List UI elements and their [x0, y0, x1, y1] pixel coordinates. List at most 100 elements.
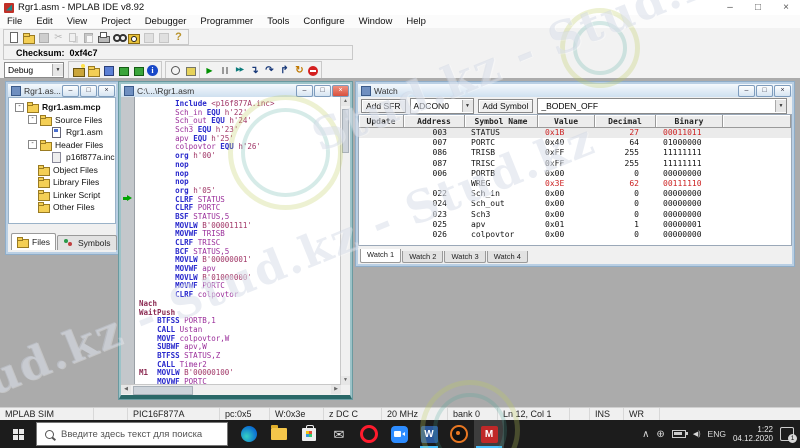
menu-configure[interactable]: Configure [296, 15, 351, 28]
project-close-button[interactable]: × [98, 85, 115, 97]
cell-update[interactable] [359, 210, 403, 220]
cell-update[interactable] [359, 179, 403, 189]
taskbar-app-mplab[interactable]: M [474, 420, 504, 448]
find-in-files-icon[interactable] [127, 31, 140, 44]
add-symbol-button[interactable]: Add Symbol [478, 99, 534, 113]
cell-update[interactable] [359, 148, 403, 158]
horizontal-scrollbar[interactable]: ◀ ▶ [121, 384, 341, 395]
save-workspace-icon[interactable] [102, 64, 115, 77]
tree-expander-icon[interactable]: - [28, 115, 37, 124]
open-project-icon[interactable] [87, 64, 100, 77]
animate-icon[interactable]: ▶▶ [233, 64, 246, 77]
open-file-icon[interactable] [22, 31, 35, 44]
taskbar-app-opera[interactable] [354, 420, 384, 448]
project-window-titlebar[interactable]: Rgr1.as... – □ × [8, 84, 116, 98]
watch-row-colpovtor[interactable]: 026colpovtor0x00000000000 [359, 230, 791, 240]
tab-files[interactable]: Files [11, 233, 56, 250]
halt-icon[interactable] [308, 66, 318, 76]
find-icon[interactable] [112, 31, 125, 44]
watch-row-wreg[interactable]: WREG0x3E6200111110 [359, 179, 791, 189]
menu-tools[interactable]: Tools [260, 15, 296, 28]
tree-expander-icon[interactable]: - [15, 103, 24, 112]
menu-view[interactable]: View [60, 15, 94, 28]
watch-row-sch-out[interactable]: 024Sch_out0x00000000000 [359, 199, 791, 209]
menu-programmer[interactable]: Programmer [193, 15, 260, 28]
scroll-right-icon[interactable]: ▶ [331, 385, 341, 394]
taskbar-app-screen-recorder[interactable] [444, 420, 474, 448]
step-over-icon[interactable]: ↷ [263, 64, 276, 77]
cell-update[interactable] [359, 189, 403, 199]
watch-minimize-button[interactable]: – [738, 85, 755, 97]
print-icon[interactable] [97, 31, 110, 44]
menu-file[interactable]: File [0, 15, 29, 28]
menu-debugger[interactable]: Debugger [138, 15, 194, 28]
watch-close-button[interactable]: × [774, 85, 791, 97]
editor-minimize-button[interactable]: – [296, 85, 313, 97]
tray-chevron-icon[interactable]: ∧ [642, 429, 649, 440]
cell-update[interactable] [359, 159, 403, 169]
symbol-select[interactable]: _BODEN_OFF ▼ [537, 98, 787, 114]
stimulus-icon[interactable] [184, 64, 197, 77]
taskbar-app-mail[interactable]: ✉ [324, 420, 354, 448]
menu-edit[interactable]: Edit [29, 15, 59, 28]
watch-row-sch-in[interactable]: 022Sch_in0x00000000000 [359, 189, 791, 199]
tab-watch-1[interactable]: Watch 1 [360, 249, 401, 263]
taskbar-app-file-explorer[interactable] [264, 420, 294, 448]
notification-center-icon[interactable]: 1 [780, 427, 794, 441]
tab-watch-4[interactable]: Watch 4 [487, 251, 528, 263]
tab-watch-3[interactable]: Watch 3 [444, 251, 485, 263]
tree-item-header-files[interactable]: -Header Files [9, 139, 115, 152]
tree-item-p16f877a-inc[interactable]: p16f877a.inc [9, 151, 115, 164]
tab-symbols[interactable]: Symbols [57, 235, 117, 250]
menu-window[interactable]: Window [352, 15, 400, 28]
watch-row-sch3[interactable]: 023Sch30x00000000000 [359, 210, 791, 220]
vertical-scrollbar[interactable]: ▲ ▼ [340, 97, 350, 385]
close-button[interactable]: × [772, 0, 800, 15]
step-out-icon[interactable]: ↱ [278, 64, 291, 77]
language-indicator[interactable]: ENG [708, 429, 726, 439]
editor-close-button[interactable]: × [332, 85, 349, 97]
stopwatch-icon[interactable] [169, 64, 182, 77]
cell-update[interactable] [359, 128, 403, 138]
build-options-icon[interactable]: i [147, 65, 158, 76]
minimize-button[interactable]: – [716, 0, 744, 15]
chevron-down-icon[interactable]: ▼ [775, 100, 786, 112]
watch-row-apv[interactable]: 025apv0x01100000001 [359, 220, 791, 230]
start-button[interactable] [0, 420, 36, 448]
tree-item-linker-script[interactable]: Linker Script [9, 189, 115, 202]
tree-item-rgr1-asm-mcp[interactable]: -Rgr1.asm.mcp [9, 101, 115, 114]
column-header-value[interactable]: Value [538, 115, 595, 128]
taskbar-app-zoom[interactable] [384, 420, 414, 448]
tree-item-object-files[interactable]: Object Files [9, 164, 115, 177]
column-header-symbol-name[interactable]: Symbol Name [465, 115, 538, 128]
tree-item-other-files[interactable]: Other Files [9, 201, 115, 214]
code-editor[interactable]: Include <p16f877A.inc> Sch_in EQU h'22' … [135, 97, 341, 385]
maximize-button[interactable]: □ [744, 0, 772, 15]
build-icon[interactable] [117, 64, 130, 77]
watch-row-status[interactable]: 003STATUS0x1B2700011011 [359, 128, 791, 138]
debug-mode-select[interactable]: Debug ▼ [4, 62, 64, 78]
taskbar-app-edge[interactable] [234, 420, 264, 448]
tree-item-library-files[interactable]: Library Files [9, 176, 115, 189]
menu-project[interactable]: Project [94, 15, 138, 28]
step-into-icon[interactable]: ↴ [248, 64, 261, 77]
network-icon[interactable]: ⊕ [656, 429, 664, 440]
battery-icon[interactable] [672, 430, 686, 438]
tree-expander-icon[interactable]: - [28, 140, 37, 149]
vertical-scroll-thumb[interactable] [342, 109, 349, 153]
help-icon[interactable]: ? [172, 31, 185, 44]
pause-icon[interactable] [218, 64, 231, 77]
watch-row-portc[interactable]: 007PORTC0x406401000000 [359, 138, 791, 148]
tab-watch-2[interactable]: Watch 2 [402, 251, 443, 263]
project-maximize-button[interactable]: □ [80, 85, 97, 97]
tree-item-rgr1-asm[interactable]: Rgr1.asm [9, 126, 115, 139]
search-input[interactable] [59, 428, 213, 441]
taskbar-app-word[interactable]: W [414, 420, 444, 448]
column-header-address[interactable]: Address [404, 115, 465, 128]
reset-icon[interactable]: ↻ [293, 64, 306, 77]
editor-window-titlebar[interactable]: C:\...\Rgr1.asm – □ × [121, 84, 350, 98]
cell-update[interactable] [359, 199, 403, 209]
column-header-binary[interactable]: Binary [656, 115, 723, 128]
sfr-select[interactable]: ADCON0 ▼ [410, 98, 474, 114]
column-header-decimal[interactable]: Decimal [595, 115, 656, 128]
